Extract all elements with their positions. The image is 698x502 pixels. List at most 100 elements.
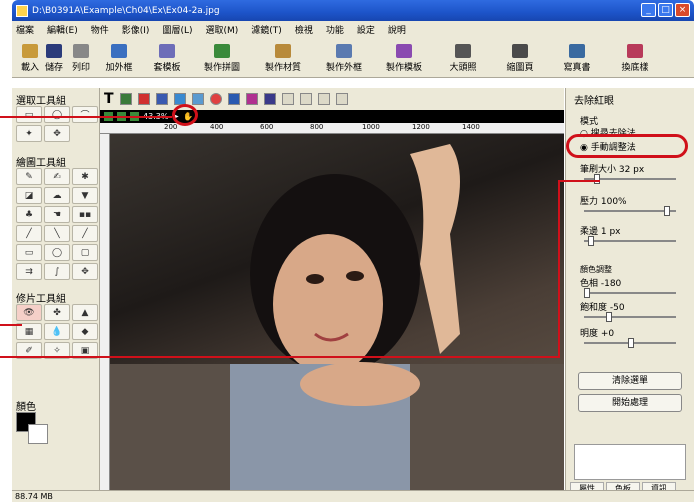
make-template-button[interactable]: 製作模板 [374, 38, 434, 78]
hue-slider[interactable] [584, 288, 676, 298]
text-tool[interactable]: ⇉ [16, 263, 42, 280]
make-frame-button[interactable]: 製作外框 [314, 38, 374, 78]
menu-image[interactable]: 影像(I) [122, 23, 150, 36]
text-icon[interactable]: T [104, 91, 114, 107]
photobook-button[interactable]: 寫真書 [548, 38, 606, 78]
brightness-slider[interactable] [584, 338, 676, 348]
portrait-button[interactable]: 大頭照 [434, 38, 492, 78]
dots-tool[interactable]: ▪▪ [72, 206, 98, 223]
pen-tool[interactable]: ╱ [16, 225, 42, 242]
menu-object[interactable]: 物件 [91, 23, 109, 36]
main-toolbar: 載入 儲存 列印 加外框 套模板 製作拼圖 製作材質 製作外框 製作模板 大頭照… [12, 38, 694, 78]
collage-icon[interactable] [191, 93, 204, 105]
close-button[interactable]: × [675, 3, 690, 17]
print-button[interactable]: 列印 [66, 38, 96, 78]
menu-edit[interactable]: 編輯(E) [47, 23, 78, 36]
airbrush-tool[interactable]: ✱ [72, 168, 98, 185]
saturation-slider[interactable] [584, 312, 676, 322]
open-folder-icon [22, 43, 38, 58]
horizontal-ruler: 200 400 600 800 1000 1200 1400 [100, 123, 564, 134]
magic-wand-tool[interactable]: ✦ [16, 125, 42, 142]
start-process-button[interactable]: 開始處理 [578, 394, 682, 412]
frame-insert-icon[interactable] [137, 93, 150, 105]
window-title: D:\B0391A\Example\Ch04\Ex\Ex04-2a.jpg [32, 5, 220, 16]
menu-file[interactable]: 檔案 [16, 23, 34, 36]
layer-icon[interactable] [155, 93, 168, 105]
ruler-tick: 200 [164, 123, 178, 131]
puzzle-icon [214, 43, 230, 58]
grid-icon[interactable] [263, 93, 276, 105]
rectangle-shape-tool[interactable]: ▭ [16, 244, 42, 261]
select-group-title: 選取工具組 [16, 96, 66, 107]
make-template-icon [396, 43, 412, 58]
feather-slider[interactable] [584, 236, 676, 246]
rounded-rect-tool[interactable]: ▢ [72, 244, 98, 261]
menu-settings[interactable]: 設定 [357, 23, 375, 36]
clear-selection-button[interactable]: 清除選單 [578, 372, 682, 390]
background-color-swatch[interactable] [28, 424, 48, 444]
red-eye-tool[interactable]: 👁 [16, 304, 42, 321]
thumbnail-page-button[interactable]: 縮圖頁 [492, 38, 548, 78]
apply-template-button[interactable]: 套模板 [142, 38, 192, 78]
menu-function[interactable]: 功能 [326, 23, 344, 36]
dodge-tool[interactable]: ◆ [72, 323, 98, 340]
maximize-button[interactable]: □ [658, 3, 673, 17]
save-icon [46, 43, 62, 58]
move-select-tool[interactable]: ✥ [44, 125, 70, 142]
menu-view[interactable]: 檢視 [295, 23, 313, 36]
cake-icon[interactable] [245, 93, 258, 105]
lasso-tool[interactable]: ⌒ [72, 106, 98, 123]
background-swap-button[interactable]: 換底樣 [606, 38, 664, 78]
pressure-slider[interactable] [584, 206, 676, 216]
speech-bubble-icon[interactable] [281, 93, 294, 105]
mask-icon[interactable] [227, 93, 240, 105]
open-button[interactable]: 載入 [18, 38, 42, 78]
add-frame-button[interactable]: 加外框 [96, 38, 142, 78]
eyedropper-tool[interactable]: ╱ [72, 225, 98, 242]
portrait-icon [455, 43, 471, 58]
ruler-tick: 1400 [462, 123, 480, 131]
menu-filter[interactable]: 濾鏡(T) [251, 23, 282, 36]
rect-select-tool[interactable]: ▭ [16, 106, 42, 123]
lines-icon[interactable] [299, 93, 312, 105]
ellipse-select-tool[interactable]: ◯ [44, 106, 70, 123]
annotation-circle-manual-mode [566, 134, 688, 158]
brush-tool[interactable]: ✍ [44, 168, 70, 185]
tools-panel: 選取工具組 ▭ ◯ ⌒ ✦ ✥ 繪圖工具組 ✎ ✍ ✱ ◪ ☁ ▼ ♣ ☚ ▪▪… [12, 88, 100, 490]
sequence-icon[interactable] [335, 93, 348, 105]
color-label: 顏色 [16, 402, 36, 413]
fill-tool[interactable]: ▼ [72, 187, 98, 204]
blur-tool[interactable]: 💧 [44, 323, 70, 340]
clock-icon[interactable] [209, 93, 222, 105]
window-title-bar[interactable]: D:\B0391A\Example\Ch04\Ex\Ex04-2a.jpg _ … [12, 0, 694, 21]
pencil-tool[interactable]: ✎ [16, 168, 42, 185]
menu-help[interactable]: 說明 [388, 23, 406, 36]
vertical-ruler [100, 134, 110, 490]
image-icon[interactable] [119, 93, 132, 105]
image-canvas[interactable] [110, 134, 564, 490]
arrow-icon[interactable] [317, 93, 330, 105]
annotation-line [0, 116, 172, 118]
memory-usage: 88.74 MB [15, 492, 53, 501]
menu-layer[interactable]: 圖層(L) [162, 23, 192, 36]
clone-tool[interactable]: ♣ [16, 206, 42, 223]
eraser-tool[interactable]: ◪ [16, 187, 42, 204]
brush-size-label: 筆刷大小 32 px [580, 165, 645, 175]
texture-icon [275, 43, 291, 58]
smudge-tool[interactable]: ☁ [44, 187, 70, 204]
make-puzzle-button[interactable]: 製作拼圖 [192, 38, 252, 78]
line-tool[interactable]: ╲ [44, 225, 70, 242]
blemish-tool[interactable]: ✤ [44, 304, 70, 321]
minimize-button[interactable]: _ [641, 3, 656, 17]
feather-label: 柔邊 1 px [580, 227, 621, 237]
ellipse-shape-tool[interactable]: ◯ [44, 244, 70, 261]
save-button[interactable]: 儲存 [42, 38, 66, 78]
hand-tool[interactable]: ☚ [44, 206, 70, 223]
preview-box [574, 444, 686, 480]
curve-tool[interactable]: ∫ [44, 263, 70, 280]
make-texture-button[interactable]: 製作材質 [252, 38, 314, 78]
transform-tool[interactable]: ✥ [72, 263, 98, 280]
thumbnail-icon [512, 43, 528, 58]
menu-select[interactable]: 選取(M) [205, 23, 238, 36]
sharpen-tool[interactable]: ▲ [72, 304, 98, 321]
